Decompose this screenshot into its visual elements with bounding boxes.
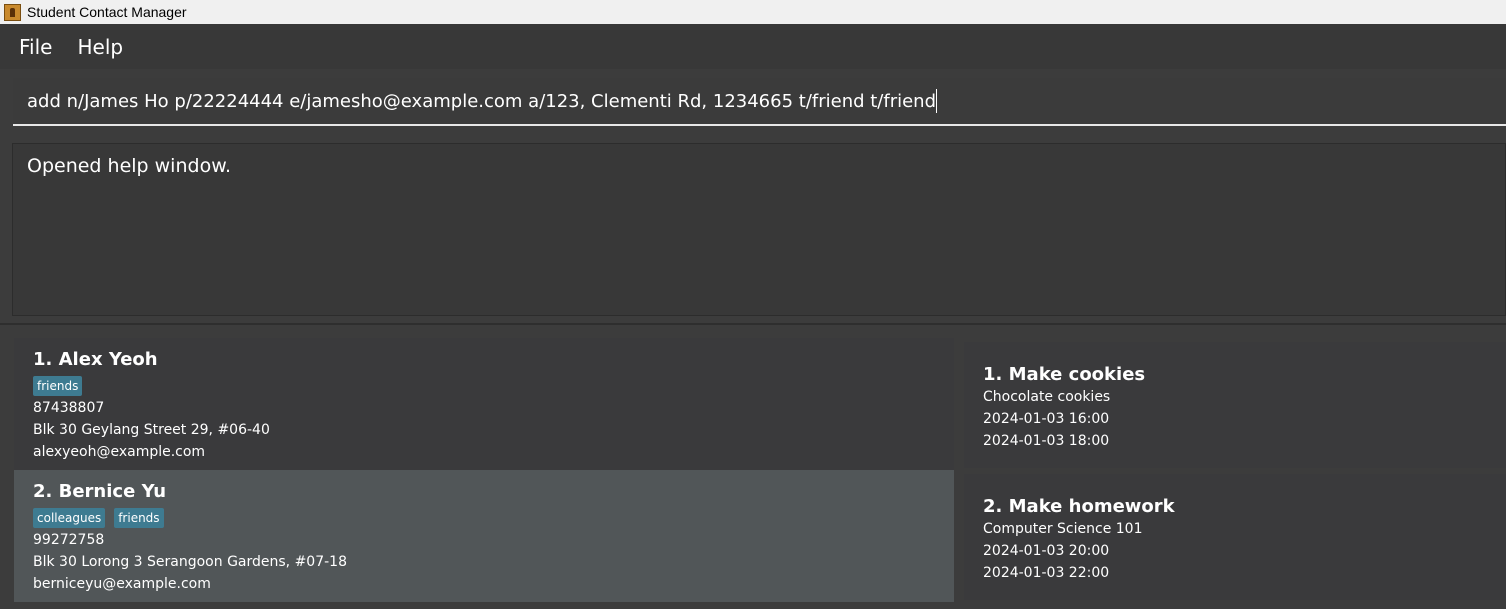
title-bar: Student Contact Manager <box>0 0 1506 24</box>
event-description: Chocolate cookies <box>983 389 1111 405</box>
person-card[interactable]: 2. Bernice Yu colleagues friends 9927275… <box>14 470 954 602</box>
event-card[interactable]: 2. Make homework Computer Science 101 20… <box>964 474 1506 600</box>
window-title: Student Contact Manager <box>27 4 187 20</box>
event-end: 2024-01-03 22:00 <box>983 565 1110 581</box>
command-box[interactable]: add n/James Ho p/22224444 e/jamesho@exam… <box>13 78 1506 126</box>
result-message: Opened help window. <box>27 155 232 177</box>
person-email: berniceyu@example.com <box>33 576 211 592</box>
command-input-text[interactable]: add n/James Ho p/22224444 e/jamesho@exam… <box>27 91 936 112</box>
tag-badge: friends <box>114 508 164 528</box>
person-phone: 87438807 <box>33 400 105 416</box>
event-name: 1. Make cookies <box>983 364 1146 385</box>
tag-badge: friends <box>33 376 83 396</box>
person-name: 2. Bernice Yu <box>33 481 167 502</box>
menu-bar: File Help <box>0 24 1506 69</box>
event-name: 2. Make homework <box>983 496 1175 517</box>
person-address: Blk 30 Lorong 3 Serangoon Gardens, #07-1… <box>33 554 347 570</box>
tag-badge: colleagues <box>33 508 106 528</box>
event-start: 2024-01-03 20:00 <box>983 543 1110 559</box>
person-name: 1. Alex Yeoh <box>33 349 158 370</box>
person-address: Blk 30 Geylang Street 29, #06-40 <box>33 422 270 438</box>
event-card[interactable]: 1. Make cookies Chocolate cookies 2024-0… <box>964 342 1506 468</box>
person-list[interactable]: 1. Alex Yeoh friends 87438807 Blk 30 Gey… <box>14 338 954 609</box>
panel-separator[interactable] <box>956 338 962 609</box>
app-icon <box>4 3 21 21</box>
divider <box>0 323 1506 325</box>
tag-list: friends <box>33 376 91 396</box>
event-start: 2024-01-03 16:00 <box>983 411 1110 427</box>
person-phone: 99272758 <box>33 532 105 548</box>
tag-list: colleagues friends <box>33 508 173 528</box>
text-caret <box>936 89 938 113</box>
event-description: Computer Science 101 <box>983 521 1143 537</box>
menu-help[interactable]: Help <box>77 35 123 59</box>
result-display: Opened help window. <box>12 143 1506 316</box>
person-card[interactable]: 1. Alex Yeoh friends 87438807 Blk 30 Gey… <box>14 338 954 470</box>
event-end: 2024-01-03 18:00 <box>983 433 1110 449</box>
menu-file[interactable]: File <box>19 35 52 59</box>
person-email: alexyeoh@example.com <box>33 444 206 460</box>
